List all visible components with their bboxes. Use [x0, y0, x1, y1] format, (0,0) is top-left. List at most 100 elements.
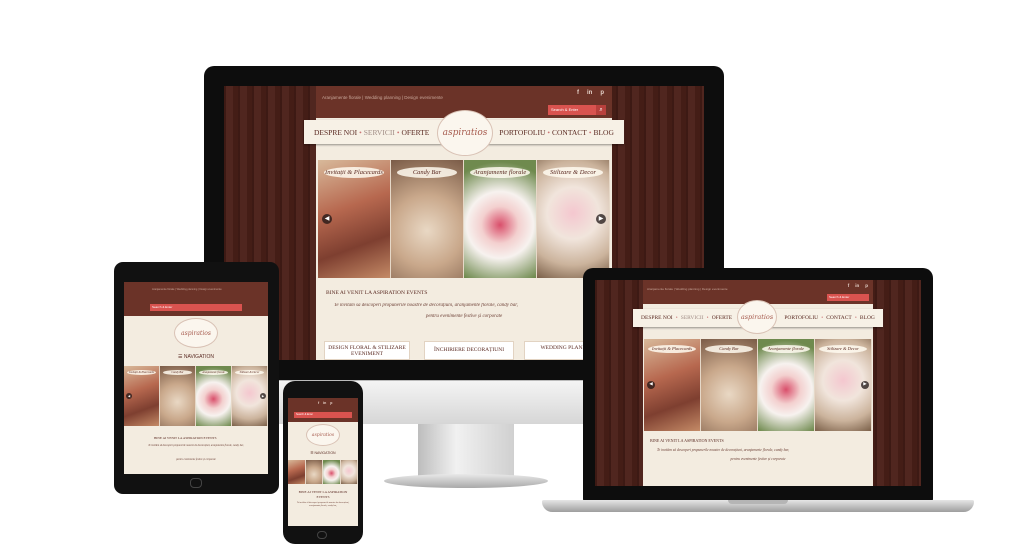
slider-prev-icon[interactable]: ◀ [647, 381, 655, 389]
laptop-social: f in p [842, 283, 868, 288]
laptop-slider: Invitații & Placecards Candy Bar Aranjam… [644, 339, 872, 431]
desktop-monitor-foot [384, 474, 548, 488]
slide-tile[interactable] [323, 460, 341, 484]
slide-tile[interactable]: Candy Bar [391, 160, 464, 278]
tablet-logo[interactable]: aspiratios [174, 318, 218, 348]
tablet-slider: Invitații & Placecards Candy Bar Aranjam… [124, 366, 268, 426]
phone-home-button [317, 531, 327, 539]
desktop-slider: Invitații & Placecards Candy Bar Aranjam… [318, 160, 610, 278]
slide-tile[interactable] [305, 460, 323, 484]
nav-contact[interactable]: CONTACT [552, 128, 587, 137]
laptop-notch [728, 500, 788, 504]
nav-servicii[interactable]: SERVICII [681, 315, 704, 321]
nav-servicii[interactable]: SERVICII [364, 128, 395, 137]
nav-separator: • [675, 315, 678, 321]
slide-caption: Candy Bar [705, 344, 753, 353]
slide-caption: Aranjamente florale [762, 344, 810, 353]
nav-oferte[interactable]: OFERTE [712, 315, 732, 321]
slide-caption: Candy Bar [162, 369, 193, 375]
phone-intro-line1: Te invităm să descoperi propunerile noas… [296, 502, 350, 507]
nav-blog[interactable]: BLOG [860, 315, 875, 321]
slide-caption: Invitații & Placecards [126, 369, 157, 375]
facebook-icon[interactable]: f [848, 283, 850, 288]
nav-contact[interactable]: CONTACT [826, 315, 852, 321]
tablet-intro-line1: Te invităm să descoperi propunerile noas… [148, 444, 244, 447]
slider-prev-icon[interactable]: ◀ [322, 214, 332, 224]
slide-tile[interactable] [340, 460, 358, 484]
desktop-logo[interactable]: aspiratios [437, 110, 493, 156]
desktop-monitor-neck [418, 424, 514, 478]
nav-separator: • [396, 127, 400, 137]
slider-next-icon[interactable]: ▶ [596, 214, 606, 224]
slider-prev-icon[interactable]: ◀ [126, 393, 132, 399]
slide-caption: Stilizare & Decor [234, 369, 265, 375]
phone-navigation-toggle[interactable]: ☰ NAVIGATION [288, 451, 358, 455]
slide-caption: Stilizare & Decor [542, 167, 604, 179]
phone-topbar: f in p Search & Enter [288, 398, 358, 422]
laptop-logo[interactable]: aspiratios [737, 300, 777, 334]
phone-social: f in p [314, 401, 332, 405]
nav-separator: • [588, 127, 592, 137]
slide-tile[interactable]: Aranjamente florale [196, 366, 232, 426]
slide-tile[interactable]: Candy Bar [701, 339, 758, 431]
nav-separator: • [359, 127, 362, 137]
cta-design-floral[interactable]: DESIGN FLORAL & STILIZARE EVENIMENT [324, 341, 410, 360]
tablet-top-links[interactable]: Aranjamente florale | Wedding planning |… [152, 288, 222, 291]
desktop-search-button[interactable]: ⌕ [596, 105, 606, 115]
nav-blog[interactable]: BLOG [593, 128, 613, 137]
slide-tile[interactable]: Candy Bar [160, 366, 196, 426]
phone-welcome-title: BINE AI VENIT LA ASPIRATION EVENTS [298, 490, 348, 499]
slide-caption: Invitații & Placecards [648, 344, 696, 353]
laptop-intro-line2: pentru evenimente festive și corporate [730, 457, 786, 461]
tablet-navigation-label: NAVIGATION [183, 354, 214, 360]
laptop-intro-line1: Te invităm să descoperi propunerile noas… [657, 448, 790, 452]
tablet-home-button [190, 478, 202, 488]
linkedin-icon[interactable]: in [587, 90, 592, 96]
laptop-screen: Aranjamente florale | Wedding planning |… [595, 280, 921, 486]
cta-inchiriere-decoratiuni[interactable]: ÎNCHIRIERE DECORAȚIUNI [424, 341, 514, 360]
pinterest-icon[interactable]: p [330, 401, 332, 405]
phone-slider [288, 460, 358, 484]
tablet-intro-line2: pentru evenimente festive și corporate [176, 458, 216, 461]
slide-tile[interactable] [288, 460, 306, 484]
tablet-topbar: Aranjamente florale | Wedding planning |… [124, 282, 268, 316]
slide-caption: Invitații & Placecards [323, 167, 385, 179]
slider-next-icon[interactable]: ▶ [861, 381, 869, 389]
tablet-navigation-toggle[interactable]: ☰ NAVIGATION [124, 354, 268, 360]
nav-separator: • [547, 127, 551, 137]
desktop-intro-line1: Te invităm să descoperi propunerile noas… [334, 303, 518, 308]
nav-despre-noi[interactable]: DESPRE NOI [641, 315, 673, 321]
phone-navigation-label: NAVIGATION [314, 451, 336, 455]
phone-search-input[interactable]: Search & Enter [294, 412, 352, 418]
desktop-intro-line2: pentru evenimente festive și corporate [425, 314, 503, 319]
laptop-search-input[interactable]: Search & Enter [827, 294, 869, 301]
pinterest-icon[interactable]: p [600, 90, 604, 96]
phone-screen: f in p Search & Enter aspiratios ☰ NAVIG… [288, 398, 358, 526]
linkedin-icon[interactable]: in [323, 401, 326, 405]
facebook-icon[interactable]: f [318, 401, 319, 405]
nav-separator: • [854, 315, 857, 321]
nav-oferte[interactable]: OFERTE [401, 128, 429, 137]
nav-despre-noi[interactable]: DESPRE NOI [314, 128, 357, 137]
slide-caption: Aranjamente florale [198, 369, 229, 375]
desktop-welcome-title: BINE AI VENIT LA ASPIRATION EVENTS [326, 290, 428, 296]
slide-tile[interactable]: Aranjamente florale [464, 160, 537, 278]
laptop-top-links[interactable]: Aranjamente florale | Wedding planning |… [647, 287, 728, 291]
laptop-welcome-title: BINE AI VENIT LA ASPIRATION EVENTS [650, 438, 724, 443]
linkedin-icon[interactable]: in [855, 283, 859, 288]
nav-portofoliu[interactable]: PORTOFOLIU [784, 315, 818, 321]
tablet-welcome-title: BINE AI VENIT LA ASPIRATION EVENTS [154, 436, 217, 440]
pinterest-icon[interactable]: p [865, 283, 868, 288]
desktop-top-links[interactable]: Aranjamente florale | Wedding planning |… [322, 95, 443, 100]
slider-next-icon[interactable]: ▶ [260, 393, 266, 399]
phone-logo[interactable]: aspiratios [306, 424, 340, 446]
tablet-search-input[interactable]: Search & Enter [150, 304, 242, 311]
tablet-screen: Aranjamente florale | Wedding planning |… [124, 282, 268, 474]
nav-portofoliu[interactable]: PORTOFOLIU [499, 128, 545, 137]
desktop-social: f in p [569, 90, 604, 96]
slide-tile[interactable]: Aranjamente florale [758, 339, 815, 431]
slide-caption: Stilizare & Decor [819, 344, 867, 353]
nav-separator: • [706, 315, 709, 321]
facebook-icon[interactable]: f [577, 90, 579, 96]
slide-caption: Aranjamente florale [469, 167, 531, 179]
